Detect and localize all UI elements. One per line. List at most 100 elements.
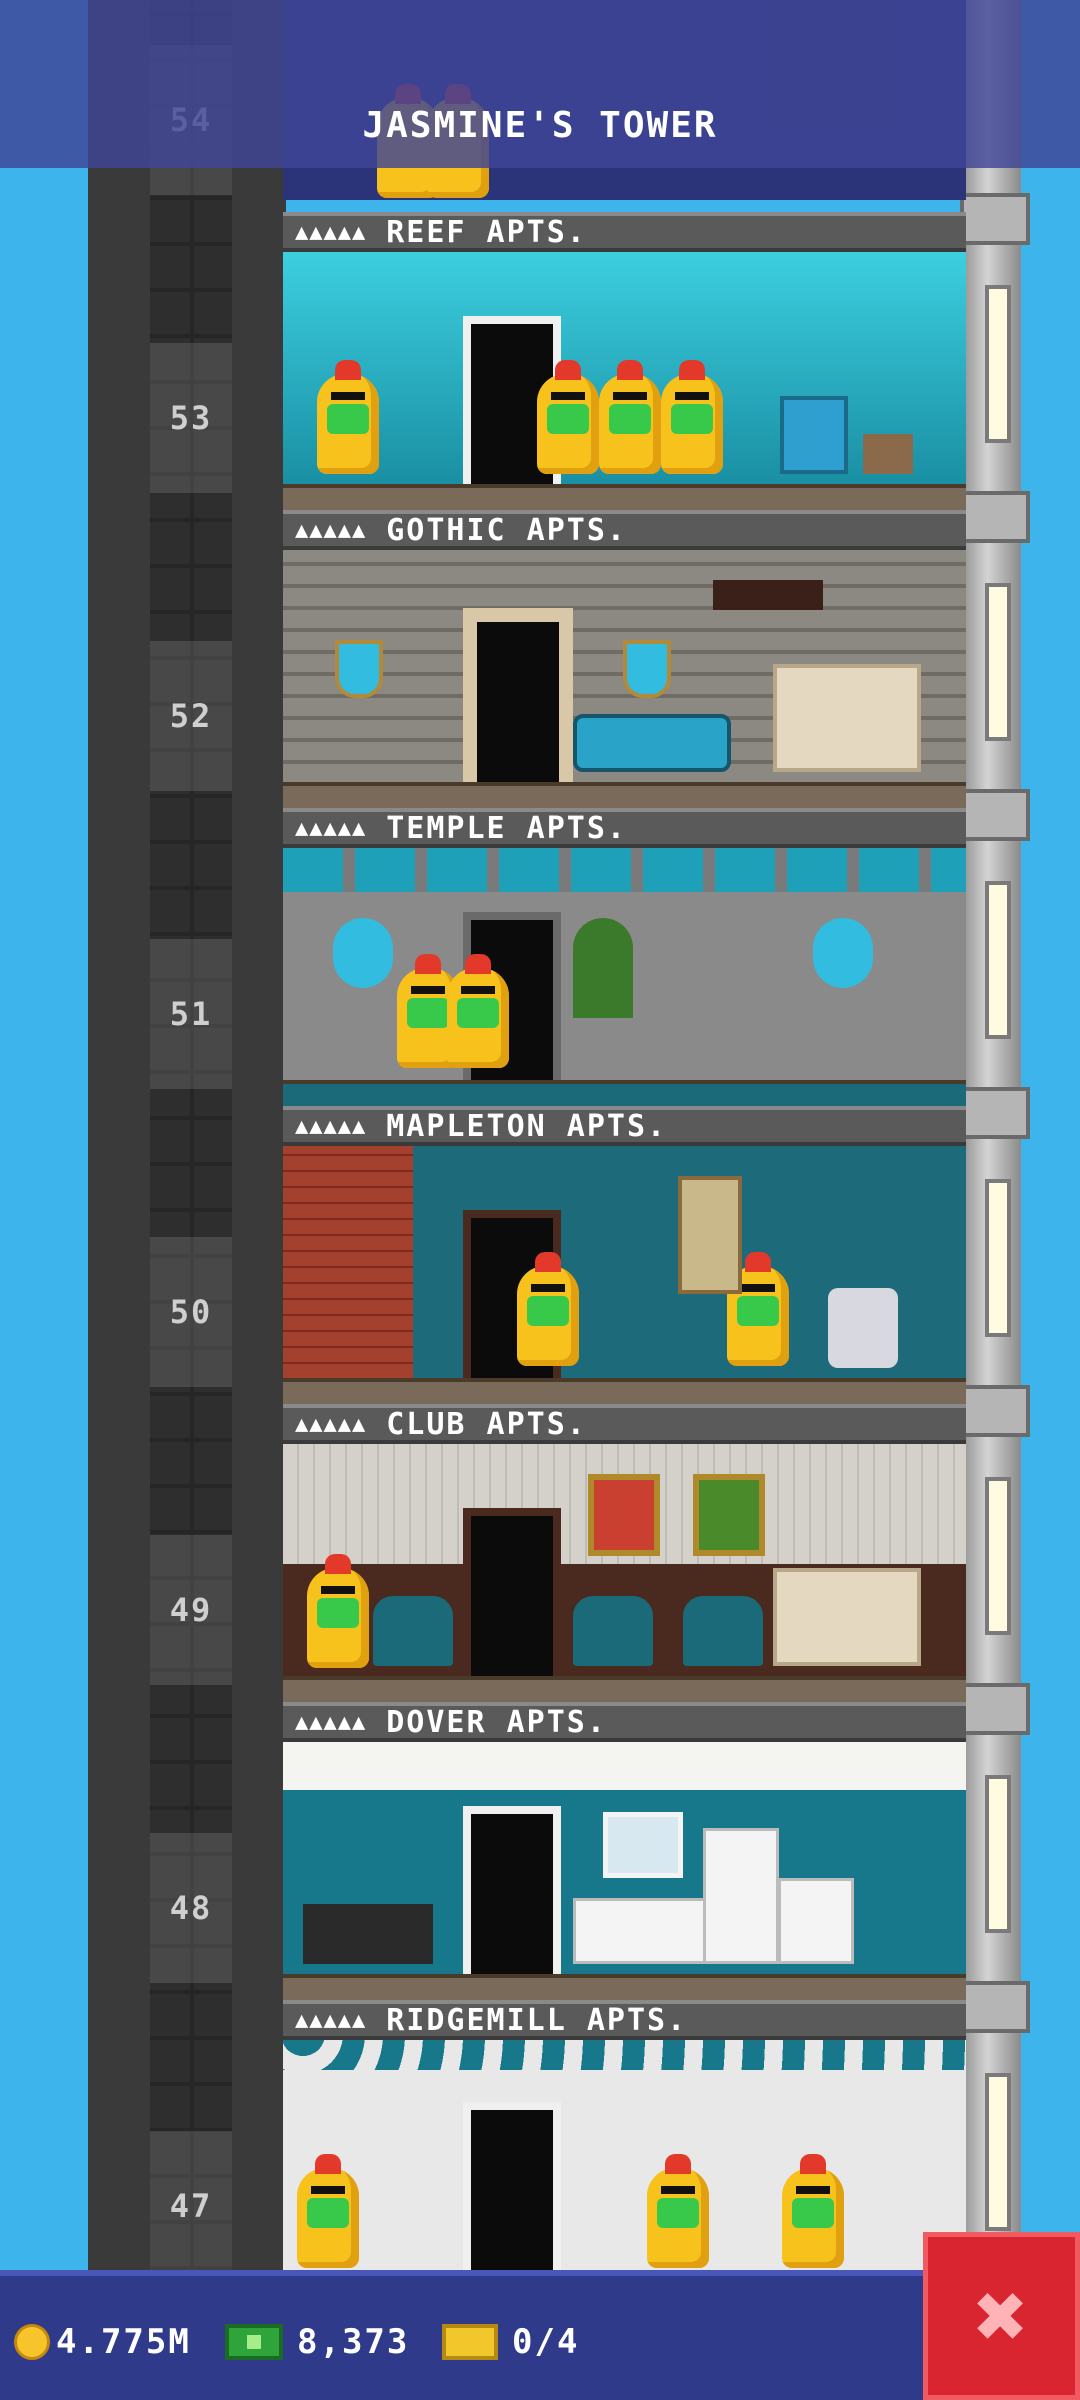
floor-name: RIDGEMILL APTS. [386,2002,688,2038]
pillar-window [985,881,1011,1039]
floor-number-47: 47 [150,2131,232,2281]
floor-label-bar: ▲▲▲▲▲ CLUB APTS. [283,1404,966,1444]
floor-number-50: 50 [150,1237,232,1387]
floor-ridgemill[interactable]: ▲▲▲▲▲ RIDGEMILL APTS. [283,2000,966,2270]
residents-indicator: ▲▲▲▲▲ [295,815,367,841]
room-reef [283,252,966,484]
sofa [573,714,731,772]
residents-indicator: ▲▲▲▲▲ [295,517,367,543]
fridge [703,1828,779,1964]
bitizen-chick[interactable] [313,356,383,476]
tickets-stat[interactable]: 0/4 [442,2322,579,2362]
pillar-bracket [960,491,1030,543]
close-icon: ✖ [974,2263,1029,2369]
floor-strip [283,484,966,510]
floor-label-bar: ▲▲▲▲▲ MAPLETON APTS. [283,1106,966,1146]
residents-indicator: ▲▲▲▲▲ [295,1113,367,1139]
coins-stat[interactable]: 4.775M [14,2322,191,2362]
floor-strip [283,1974,966,2000]
pillar-window [985,1775,1011,1933]
portrait [693,1474,765,1556]
tower-title[interactable]: JASMINE'S TOWER [0,105,1080,146]
pillar-window [985,1179,1011,1337]
floor-strip [283,782,966,808]
bitizen-chick[interactable] [533,356,603,476]
residents-indicator: ▲▲▲▲▲ [295,1411,367,1437]
residents-indicator: ▲▲▲▲▲ [295,219,367,245]
chandelier [713,580,823,610]
floor-number-51: 51 [150,939,232,1089]
room-gothic [283,550,966,782]
table [863,434,913,474]
bitizen-chick[interactable] [513,1248,583,1368]
floor-number-52: 52 [150,641,232,791]
floor-name: MAPLETON APTS. [386,1108,668,1144]
painting [678,1176,742,1294]
bitizen-chick[interactable] [443,950,513,1070]
painting [603,1812,683,1878]
temple-frieze [283,848,966,892]
pillar-window [985,285,1011,443]
status-bar: 4.775M 8,373 0/4 [0,2270,1080,2400]
floor-strip [283,1676,966,1702]
floor-name: CLUB APTS. [386,1406,587,1442]
plant [573,918,633,1018]
floor-gothic[interactable]: ▲▲▲▲▲ GOTHIC APTS. [283,510,966,808]
coins-value: 4.775M [56,2322,191,2362]
kitchen-counter [573,1898,709,1964]
room-temple [283,848,966,1080]
floor-label-bar: ▲▲▲▲▲ GOTHIC APTS. [283,510,966,550]
pillar-bracket [960,193,1030,245]
apartment-door[interactable] [463,608,573,782]
room-dover [283,1742,966,1974]
residents-indicator: ▲▲▲▲▲ [295,2007,367,2033]
apartment-door[interactable] [463,1806,561,1974]
bitizen-chick[interactable] [595,356,665,476]
bitizen-chick[interactable] [778,2150,848,2270]
room-ridgemill [283,2040,966,2270]
pillar-window [985,1477,1011,1635]
fireplace [773,664,921,772]
apartment-door[interactable] [463,1508,561,1676]
pillar-bracket [960,789,1030,841]
floor-name: REEF APTS. [386,214,587,250]
armchair [373,1596,453,1666]
bux-icon [225,2324,283,2360]
floor-name: DOVER APTS. [386,1704,607,1740]
tickets-value: 0/4 [512,2322,580,2362]
floor-dover[interactable]: ▲▲▲▲▲ DOVER APTS. [283,1702,966,2000]
pillar-bracket [960,1385,1030,1437]
residents-indicator: ▲▲▲▲▲ [295,1709,367,1735]
floor-label-bar: ▲▲▲▲▲ REEF APTS. [283,212,966,252]
pillar-bracket [960,1683,1030,1735]
floor-label-bar: ▲▲▲▲▲ TEMPLE APTS. [283,808,966,848]
floor-strip [283,1378,966,1404]
floor-reef[interactable]: ▲▲▲▲▲ REEF APTS. [283,212,966,510]
floor-mapleton[interactable]: ▲▲▲▲▲ MAPLETON APTS. [283,1106,966,1404]
ticket-icon [442,2324,498,2360]
room-club [283,1444,966,1676]
bitizen-chick[interactable] [293,2150,363,2270]
portrait [588,1474,660,1556]
shield-decor [335,640,383,698]
tower-header: JASMINE'S TOWER [0,0,1080,168]
floor-name: GOTHIC APTS. [386,512,627,548]
close-button[interactable]: ✖ [923,2232,1080,2400]
robot-bitizen[interactable] [828,1288,898,1368]
coin-icon [14,2324,50,2360]
armchair [683,1596,763,1666]
bitizen-chick[interactable] [303,1550,373,1670]
floor-temple[interactable]: ▲▲▲▲▲ TEMPLE APTS. [283,808,966,1106]
apartment-door[interactable] [463,2102,561,2270]
statue-head [333,918,393,988]
floor-number-48: 48 [150,1833,232,1983]
floor-name: TEMPLE APTS. [386,810,627,846]
room-mapleton [283,1146,966,1378]
bitizen-chick[interactable] [643,2150,713,2270]
bux-stat[interactable]: 8,373 [225,2322,409,2362]
floor-club[interactable]: ▲▲▲▲▲ CLUB APTS. [283,1404,966,1702]
bitizen-chick[interactable] [657,356,727,476]
bux-value: 8,373 [297,2322,410,2362]
shield-decor [623,640,671,698]
floor-strip [283,1080,966,1106]
